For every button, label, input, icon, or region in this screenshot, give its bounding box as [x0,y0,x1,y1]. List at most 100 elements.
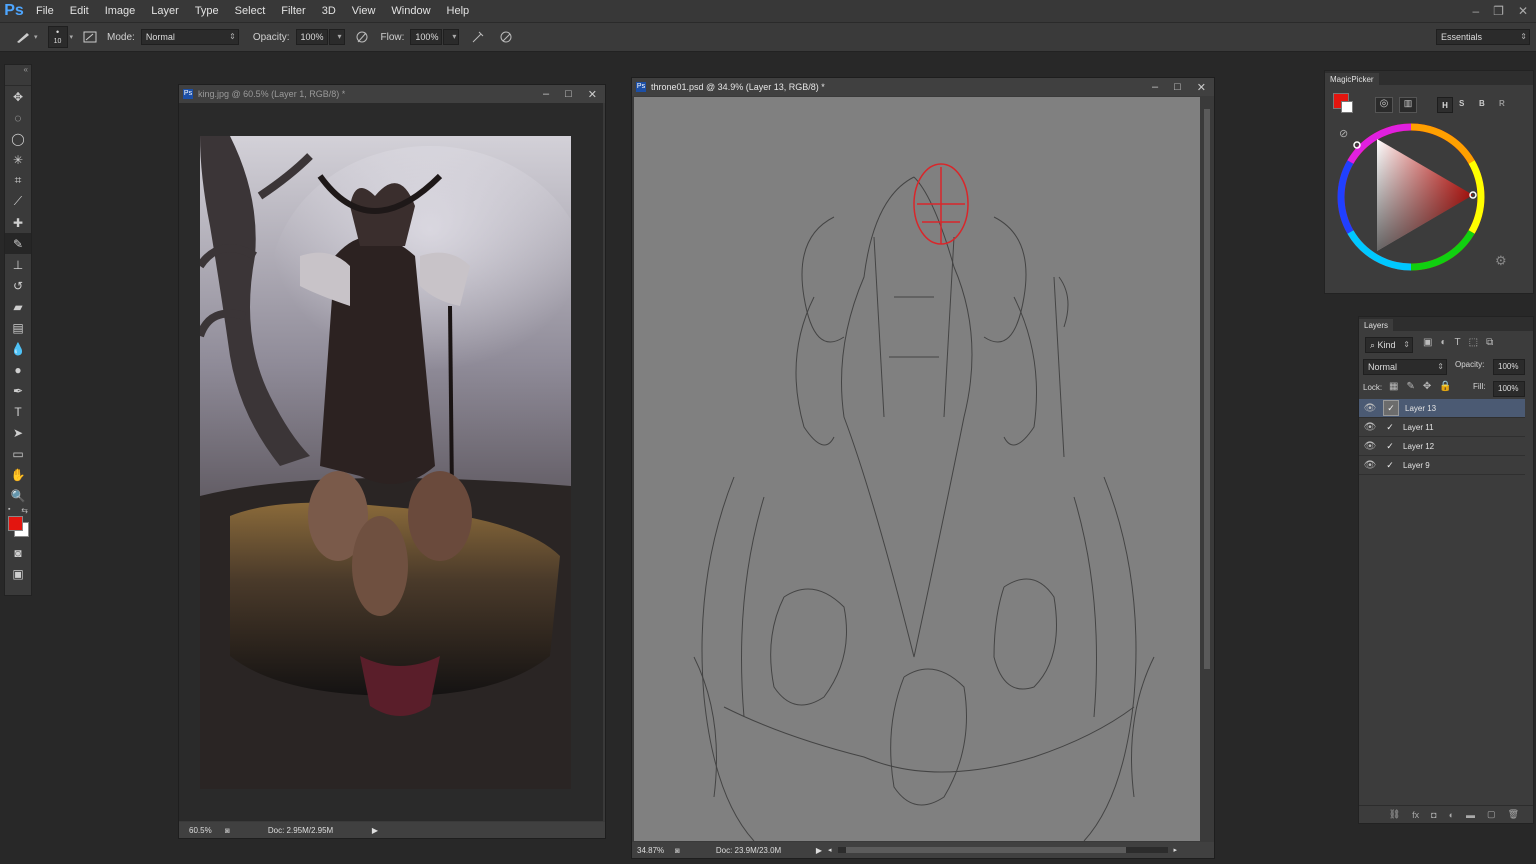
mode-s-button[interactable]: S [1459,99,1464,108]
pen-tool-icon[interactable]: ✒ [5,380,31,401]
layer-fill-input[interactable]: 100% [1493,381,1525,397]
close-icon[interactable]: ✕ [1518,4,1528,18]
blend-mode-select[interactable]: Normal ⇕ [1363,359,1447,375]
panel-tab[interactable]: Layers [1359,317,1533,331]
filter-kind-select[interactable]: ⌕ Kind ⇕ [1365,337,1413,353]
marquee-tool-icon[interactable]: ◌ [5,107,31,128]
scrollbar-thumb[interactable] [1204,109,1210,669]
new-layer-icon[interactable]: ▢ [1487,809,1496,820]
new-adjustment-icon[interactable]: ◐ [1449,810,1454,820]
quick-mask-icon[interactable]: ◙ [5,542,31,563]
lock-all-icon[interactable]: 🔒 [1439,381,1451,392]
opacity-input[interactable]: 100% [295,29,328,45]
screen-mode-icon[interactable]: ▣ [5,563,31,584]
delete-layer-icon[interactable]: 🗑 [1508,809,1519,820]
brush-tool-icon[interactable]: ✎ [5,233,31,254]
rectangle-tool-icon[interactable]: ▭ [5,443,31,464]
zoom-level[interactable]: 34.87% [637,846,673,855]
canvas-area[interactable] [634,97,1200,841]
brush-size-picker[interactable]: • 10 [47,26,68,48]
maximize-icon[interactable]: □ [565,88,572,100]
lock-image-icon[interactable]: ✎ [1406,381,1414,392]
foreground-color-swatch[interactable] [8,516,23,531]
chevron-down-icon[interactable]: ▾ [70,33,74,41]
clone-stamp-tool-icon[interactable]: ⊥ [5,254,31,275]
filter-type-icon[interactable]: T [1455,337,1461,348]
mode-r-button[interactable]: R [1499,99,1505,108]
magic-wand-tool-icon[interactable]: ✳ [5,149,31,170]
wheel-mode-icon[interactable]: ◎ [1375,97,1393,113]
mode-h-button[interactable]: H [1437,97,1453,113]
blur-tool-icon[interactable]: 💧 [5,338,31,359]
link-layers-icon[interactable]: ⛓ [1389,809,1400,820]
zoom-level[interactable]: 60.5% [189,826,223,835]
minimize-icon[interactable]: – [1152,81,1158,93]
filter-shape-icon[interactable]: ⬚ [1469,337,1478,348]
menu-image[interactable]: Image [97,5,144,17]
zoom-tool-icon[interactable]: 🔍 [5,485,31,506]
visibility-eye-icon[interactable]: 👁 [1359,422,1381,433]
scroll-left-icon[interactable]: ◂ [828,846,832,854]
color-wheel[interactable] [1333,119,1497,283]
pressure-size-icon[interactable] [497,28,515,46]
flow-input[interactable]: 100% [410,29,443,45]
swap-colors-icon[interactable]: ⇆ [21,506,28,515]
mode-b-button[interactable]: B [1479,99,1485,108]
new-group-icon[interactable]: ▬ [1466,810,1475,820]
layer-row[interactable]: 👁 ✓ Layer 13 [1359,399,1525,418]
filter-adjustment-icon[interactable]: ◐ [1440,337,1446,348]
gradient-tool-icon[interactable]: ▤ [5,317,31,338]
menu-layer[interactable]: Layer [143,5,187,17]
opacity-dropdown[interactable]: ▾ [328,29,345,45]
eraser-tool-icon[interactable]: ▰ [5,296,31,317]
canvas-area[interactable] [179,103,603,821]
brush-panel-icon[interactable] [81,28,99,46]
scrollbar-thumb[interactable] [845,847,1126,853]
layer-row[interactable]: 👁 ✓ Layer 9 [1359,456,1525,475]
chevron-down-icon[interactable]: ▾ [34,33,38,41]
menu-3d[interactable]: 3D [314,5,344,17]
dodge-tool-icon[interactable]: ● [5,359,31,380]
mode-select[interactable]: Normal ⇕ [140,29,239,45]
lock-transparent-icon[interactable]: ▦ [1389,381,1398,392]
airbrush-icon[interactable] [469,28,487,46]
background-color-swatch[interactable] [1341,101,1353,113]
crop-tool-icon[interactable]: ⌗ [5,170,31,191]
minimize-icon[interactable]: – [1472,4,1479,18]
panel-tab[interactable]: MagicPicker [1325,71,1533,85]
menu-edit[interactable]: Edit [62,5,97,17]
vertical-scrollbar[interactable] [1202,97,1212,841]
maximize-icon[interactable]: □ [1174,81,1181,93]
menu-type[interactable]: Type [187,5,227,17]
visibility-eye-icon[interactable]: 👁 [1359,403,1381,414]
hand-tool-icon[interactable]: ✋ [5,464,31,485]
horizontal-scrollbar[interactable] [837,847,1168,853]
close-icon[interactable]: ✕ [1197,81,1206,94]
menu-file[interactable]: File [28,5,62,17]
layer-opacity-input[interactable]: 100% [1493,359,1525,375]
close-icon[interactable]: ✕ [588,88,597,101]
filter-smart-object-icon[interactable]: ⧉ [1486,337,1493,348]
lasso-tool-icon[interactable]: ◯ [5,128,31,149]
default-colors-icon[interactable]: ▪ [8,506,10,513]
type-tool-icon[interactable]: T [5,401,31,422]
layer-row[interactable]: 👁 ✓ Layer 12 [1359,437,1525,456]
healing-brush-tool-icon[interactable]: ✚ [5,212,31,233]
pressure-opacity-icon[interactable] [353,28,371,46]
minimize-icon[interactable]: – [543,88,549,100]
visibility-eye-icon[interactable]: 👁 [1359,441,1381,452]
slider-mode-icon[interactable]: ▥ [1399,97,1417,113]
path-selection-tool-icon[interactable]: ➤ [5,422,31,443]
brush-tool-preset-icon[interactable] [14,28,32,46]
layer-row[interactable]: 👁 ✓ Layer 11 [1359,418,1525,437]
layer-style-icon[interactable]: fx [1412,810,1419,820]
add-mask-icon[interactable]: ◘ [1431,810,1436,820]
restore-icon[interactable]: ❐ [1493,4,1504,18]
eyedropper-tool-icon[interactable]: ⟋ [5,191,31,212]
menu-view[interactable]: View [344,5,384,17]
menu-select[interactable]: Select [227,5,274,17]
status-menu-arrow-icon[interactable]: ▶ [372,826,378,835]
status-menu-arrow-icon[interactable]: ▶ [816,846,822,855]
menu-window[interactable]: Window [383,5,438,17]
collapse-icon[interactable]: « [5,65,31,86]
